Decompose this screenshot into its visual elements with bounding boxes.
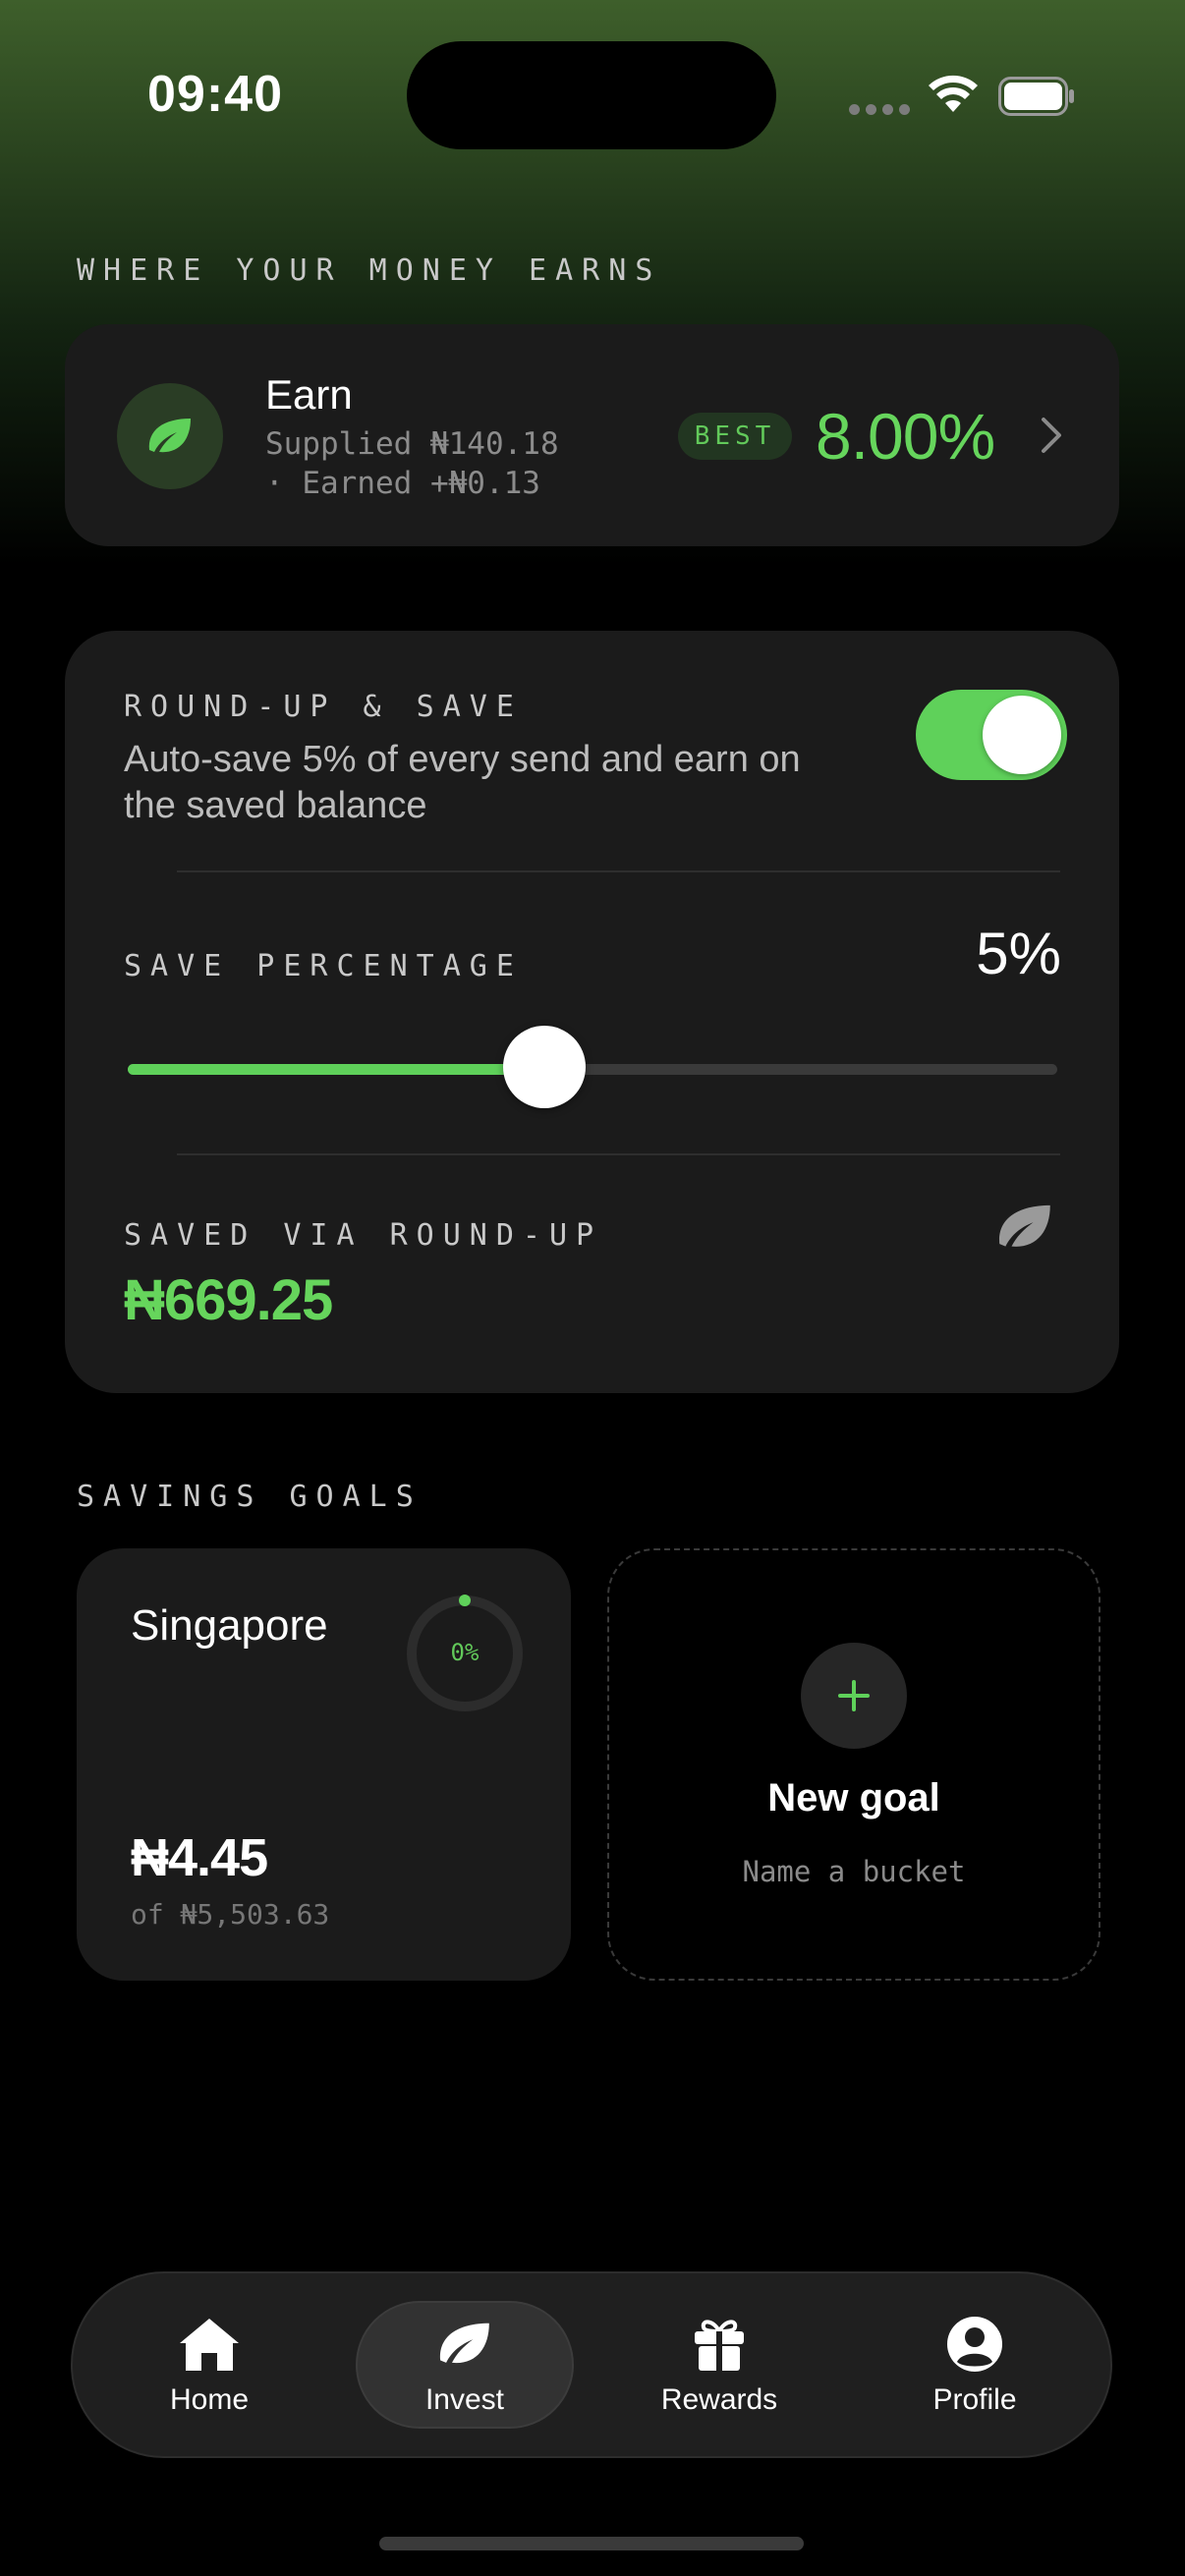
new-goal-card[interactable] [607, 1548, 1100, 1981]
slider-thumb[interactable] [503, 1026, 586, 1108]
new-goal-title: New goal [767, 1776, 940, 1820]
earn-section-label: WHERE YOUR MONEY EARNS [77, 253, 662, 288]
tab-label: Home [169, 2383, 250, 2416]
earn-rate: 8.00% [816, 400, 995, 473]
wifi-icon [928, 73, 979, 119]
cellular-signal-icon [849, 104, 910, 115]
round-up-label: ROUND-UP & SAVE [124, 690, 523, 724]
best-badge: BEST [678, 413, 792, 460]
earn-subtitle: Supplied ₦140.18 · Earned +₦0.13 [265, 424, 559, 503]
goal-amount: ₦4.45 [131, 1828, 268, 1887]
saved-via-round-up-value: ₦669.25 [124, 1268, 333, 1332]
earn-icon [117, 383, 223, 489]
tab-home[interactable]: Home [111, 2271, 308, 2458]
round-up-toggle[interactable] [916, 690, 1067, 780]
battery-icon [998, 77, 1074, 116]
tab-label: Rewards [660, 2383, 778, 2416]
plus-icon [838, 1680, 870, 1711]
save-percentage-label: SAVE PERCENTAGE [124, 949, 523, 983]
dynamic-island [407, 41, 776, 149]
tab-invest[interactable]: Invest [367, 2271, 563, 2458]
gift-icon [688, 2313, 751, 2376]
save-percentage-value: 5% [976, 921, 1061, 986]
home-icon [178, 2313, 241, 2376]
leaf-icon [148, 419, 191, 453]
savings-goals-label: SAVINGS GOALS [77, 1480, 423, 1514]
saved-via-round-up-label: SAVED VIA ROUND-UP [124, 1218, 603, 1253]
divider [177, 1153, 1060, 1155]
goal-name: Singapore [131, 1601, 328, 1650]
new-goal-subtitle: Name a bucket [742, 1855, 966, 1888]
earn-title: Earn [265, 371, 353, 418]
leaf-icon [433, 2313, 496, 2376]
leaf-icon [994, 1201, 1055, 1259]
round-up-description: Auto-save 5% of every send and earn on t… [124, 739, 801, 826]
tab-label: Invest [424, 2383, 505, 2416]
goal-progress-text: 0% [450, 1639, 480, 1666]
tab-profile[interactable]: Profile [876, 2271, 1073, 2458]
add-goal-button[interactable] [801, 1643, 907, 1749]
tab-label: Profile [932, 2383, 1017, 2416]
chevron-right-icon[interactable] [1040, 416, 1063, 460]
home-indicator [379, 2537, 804, 2550]
profile-icon [943, 2313, 1006, 2376]
toggle-knob [983, 696, 1061, 774]
status-time: 09:40 [147, 66, 283, 123]
earn-supplied: Supplied ₦140.18 [265, 426, 559, 462]
earn-earned: · Earned +₦0.13 [265, 466, 540, 501]
tab-rewards[interactable]: Rewards [621, 2271, 818, 2458]
divider [177, 870, 1060, 872]
goal-target: of ₦5,503.63 [131, 1898, 330, 1931]
slider-fill [128, 1064, 544, 1075]
